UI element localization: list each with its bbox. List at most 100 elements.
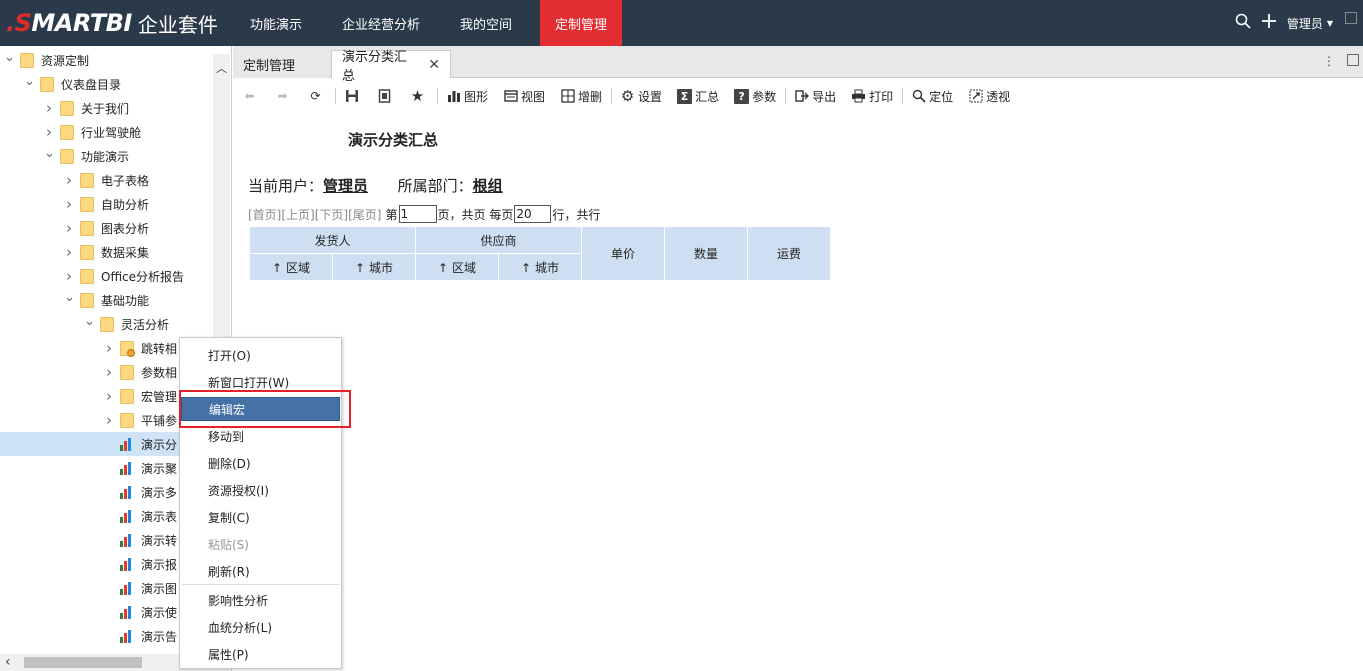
chevron-right-icon[interactable]: › — [64, 171, 74, 189]
nav-business-analysis[interactable]: 企业经营分析 — [322, 0, 440, 46]
tree-item[interactable]: ⌄ 灵活分析 — [0, 312, 213, 336]
tree-item[interactable]: › 数据采集 — [0, 240, 213, 264]
menu-copy[interactable]: 复制(C) — [181, 505, 340, 529]
nav-feature-demo[interactable]: 功能演示 — [230, 0, 322, 46]
folder-icon — [80, 292, 94, 308]
chevron-right-icon[interactable]: › — [64, 195, 74, 213]
tree-item-label: 演示聚 — [141, 461, 178, 476]
user-menu[interactable]: 管理员 ▼ — [1287, 15, 1333, 32]
chevron-down-icon[interactable]: ⌄ — [24, 74, 35, 89]
tree-item[interactable]: › 自助分析 — [0, 192, 213, 216]
chevron-right-icon[interactable]: › — [64, 243, 74, 261]
parameters-button[interactable]: ? 参数 — [734, 88, 776, 105]
chevron-up-icon[interactable]: ︿ — [216, 60, 227, 76]
scroll-thumb[interactable] — [24, 657, 142, 668]
pivot-button[interactable]: 透视 — [968, 88, 1010, 105]
menu-divider — [182, 584, 339, 585]
nav-custom-management[interactable]: 定制管理 — [540, 0, 623, 46]
menu-resource-auth[interactable]: 资源授权(I) — [181, 478, 340, 502]
view-button[interactable]: 视图 — [503, 88, 545, 105]
tree-item[interactable]: ⌄ 资源定制 — [0, 48, 213, 72]
export-icon — [794, 89, 809, 104]
favorite-button[interactable]: ★ — [410, 87, 428, 105]
add-icon[interactable] — [1261, 13, 1277, 33]
tree-item-label: 演示图 — [141, 581, 178, 596]
chevron-right-icon[interactable]: › — [64, 219, 74, 237]
menu-lineage-analysis[interactable]: 血统分析(L) — [181, 615, 340, 639]
back-button[interactable]: ⬅ — [242, 89, 260, 104]
tree-item-label: 自助分析 — [101, 197, 150, 212]
sort-arrow-icon[interactable]: ↑ — [438, 261, 448, 275]
chevron-right-icon[interactable]: › — [44, 99, 54, 117]
folder-icon — [100, 316, 114, 332]
tree-item[interactable]: › 行业驾驶舱 — [0, 120, 213, 144]
sort-arrow-icon[interactable]: ↑ — [272, 261, 282, 275]
save-button[interactable] — [344, 89, 362, 104]
header-supplier-city[interactable]: ↑ 城市 — [498, 253, 582, 281]
tree-item-label: 关于我们 — [81, 101, 130, 116]
locate-button[interactable]: 定位 — [911, 88, 953, 105]
chevron-right-icon[interactable]: › — [104, 411, 114, 429]
header-shipper-city[interactable]: ↑ 城市 — [332, 253, 416, 281]
close-icon[interactable]: ✕ — [428, 57, 440, 73]
rows-per-page-input[interactable]: 20 — [514, 205, 552, 223]
tab-bar: 定制管理 演示分类汇总 ✕ ⋮ — [233, 46, 1363, 84]
chevron-down-icon[interactable]: ⌄ — [44, 146, 55, 161]
search-icon[interactable] — [1235, 13, 1251, 33]
tree-item[interactable]: › Office分析报告 — [0, 264, 213, 288]
refresh-button[interactable]: ⟳ — [308, 89, 326, 104]
chevron-down-icon[interactable]: ⌄ — [64, 290, 75, 305]
header-shipper-region[interactable]: ↑ 区域 — [249, 253, 333, 281]
chevron-down-icon[interactable]: ⌄ — [84, 314, 95, 329]
nav-my-space[interactable]: 我的空间 — [440, 0, 532, 46]
folder-icon — [80, 172, 94, 188]
menu-impact-analysis[interactable]: 影响性分析 — [181, 588, 340, 612]
tab-demo-category-summary[interactable]: 演示分类汇总 ✕ — [331, 50, 451, 84]
settings-button[interactable]: ⚙ 设置 — [620, 87, 662, 105]
pager-next[interactable]: [下页] — [315, 206, 348, 223]
menu-open[interactable]: 打开(O) — [181, 343, 340, 367]
save-as-button[interactable] — [377, 89, 395, 104]
tree-item-label: 资源定制 — [41, 53, 90, 68]
sort-arrow-icon[interactable]: ↑ — [521, 261, 531, 275]
header-supplier-region[interactable]: ↑ 区域 — [415, 253, 499, 281]
chevron-right-icon[interactable]: › — [64, 267, 74, 285]
tab-label: 定制管理 — [243, 58, 296, 74]
print-button[interactable]: 打印 — [851, 88, 893, 105]
pager-prev[interactable]: [上页] — [281, 206, 314, 223]
more-vertical-icon[interactable]: ⋮ — [1323, 54, 1335, 68]
tree-item[interactable]: › 电子表格 — [0, 168, 213, 192]
window-checkbox[interactable] — [1345, 12, 1357, 24]
tree-item[interactable]: ⌄ 基础功能 — [0, 288, 213, 312]
toolbar-divider — [902, 88, 904, 104]
summary-button[interactable]: Σ 汇总 — [677, 88, 719, 105]
page-number-input[interactable]: 1 — [398, 205, 437, 223]
pager-first[interactable]: [首页] — [248, 206, 281, 223]
chevron-right-icon[interactable]: › — [44, 123, 54, 141]
tree-item[interactable]: › 图表分析 — [0, 216, 213, 240]
toolbar-divider — [785, 88, 787, 104]
chevron-right-icon[interactable]: › — [104, 387, 114, 405]
chevron-left-icon[interactable]: ‹ — [5, 654, 11, 670]
menu-delete[interactable]: 删除(D) — [181, 451, 340, 475]
maximize-icon[interactable] — [1347, 54, 1359, 66]
tree-item-label: 演示使 — [141, 605, 178, 620]
export-button[interactable]: 导出 — [794, 88, 836, 105]
menu-properties[interactable]: 属性(P) — [181, 642, 340, 666]
folder-icon — [120, 340, 135, 357]
chart-button[interactable]: 图形 — [446, 88, 488, 105]
report-chart-icon — [120, 461, 134, 475]
pager-last[interactable]: [尾页] — [348, 206, 381, 223]
tree-item-label: Office分析报告 — [101, 269, 185, 284]
menu-refresh[interactable]: 刷新(R) — [181, 559, 340, 583]
chevron-down-icon[interactable]: ⌄ — [4, 50, 15, 65]
tree-item[interactable]: › 关于我们 — [0, 96, 213, 120]
add-delete-button[interactable]: 增删 — [560, 88, 602, 105]
chevron-right-icon[interactable]: › — [104, 339, 114, 357]
forward-button[interactable]: ➡ — [275, 89, 293, 104]
sort-arrow-icon[interactable]: ↑ — [355, 261, 365, 275]
tree-item[interactable]: ⌄ 仪表盘目录 — [0, 72, 213, 96]
tree-item[interactable]: ⌄ 功能演示 — [0, 144, 213, 168]
tab-custom-management[interactable]: 定制管理 — [233, 50, 329, 78]
chevron-right-icon[interactable]: › — [104, 363, 114, 381]
